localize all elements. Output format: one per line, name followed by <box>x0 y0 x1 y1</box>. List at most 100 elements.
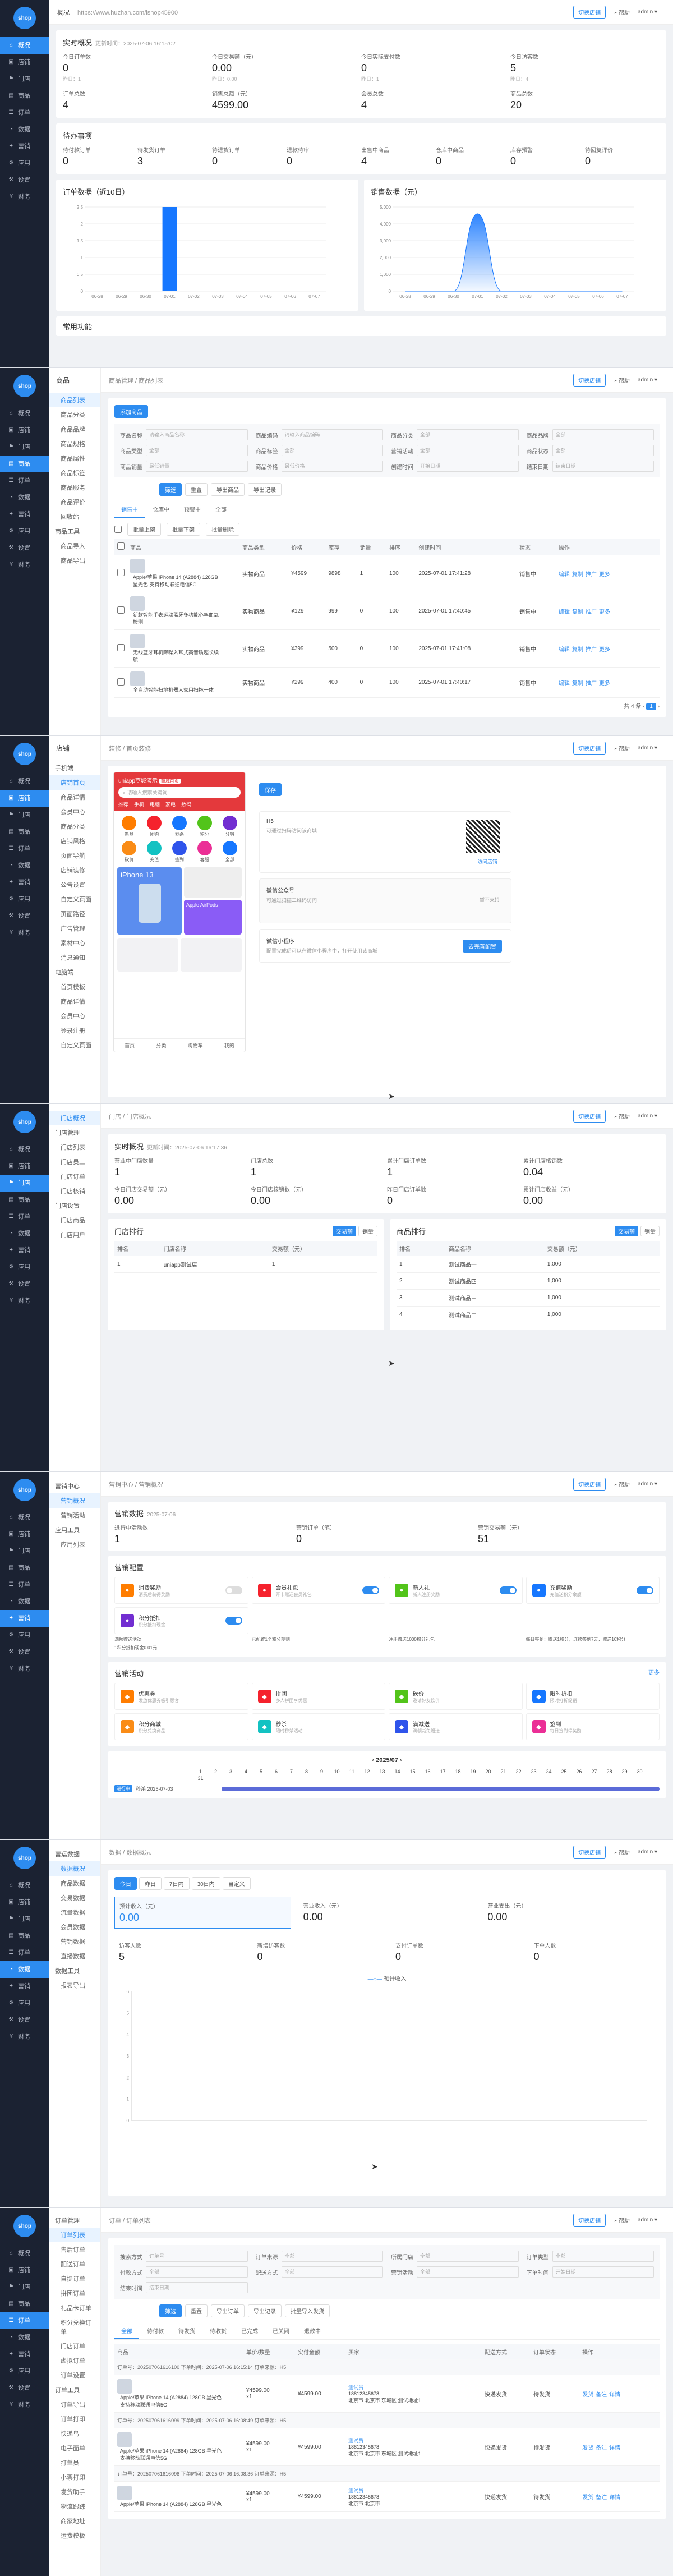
sub-menu-item[interactable]: 营销数据 <box>49 1934 100 1949</box>
marketing-config-item[interactable]: ● 新人礼 新人注册奖励 <box>389 1577 523 1604</box>
action-button[interactable]: 导出记录 <box>248 483 282 496</box>
menu-item[interactable]: ¥ 财务 <box>0 188 49 205</box>
row-checkbox[interactable] <box>117 678 125 686</box>
sub-menu-item[interactable]: 小票打印 <box>49 2470 100 2485</box>
sub-menu-item[interactable]: 店铺装修 <box>49 863 100 877</box>
tab-sales[interactable]: 销量 <box>640 1226 660 1236</box>
user-menu[interactable]: admin ▾ <box>638 9 657 15</box>
marketing-config-item[interactable]: ● 会员礼包 开卡赠送会员礼包 <box>251 1577 385 1604</box>
sub-menu-item[interactable]: 商品分类 <box>49 407 100 422</box>
user-menu[interactable]: admin ▾ <box>638 1481 657 1487</box>
menu-item[interactable]: ⌂ 概况 <box>0 1509 49 1526</box>
sub-menu-item[interactable]: 交易数据 <box>49 1890 100 1905</box>
menu-item[interactable]: ¥ 财务 <box>0 924 49 941</box>
sub-menu-item[interactable]: 商品品牌 <box>49 422 100 436</box>
product-name[interactable]: Apple/苹果 iPhone 14 (A2884) 128GB 星光色 支持移… <box>133 573 223 588</box>
sub-menu-item[interactable]: 订单列表 <box>49 2228 100 2242</box>
calendar-day[interactable]: 23 <box>526 1769 541 1774</box>
menu-item[interactable]: ⚑ 门店 <box>0 71 49 88</box>
visit-store-link[interactable]: 访问店铺 <box>477 858 497 865</box>
menu-item[interactable]: ⚒ 设置 <box>0 1644 49 1660</box>
filter-input[interactable]: 全部 <box>281 2251 383 2262</box>
sub-menu-item[interactable]: 会员中心 <box>49 804 100 819</box>
marketing-config-item[interactable]: ● 消费奖励 消费后获得奖励 <box>114 1577 248 1604</box>
phone-tabbar-item[interactable]: 分类 <box>156 1042 166 1049</box>
phone-nav-icon[interactable]: 全部 <box>219 841 241 863</box>
sub-menu-item[interactable]: 门店订单 <box>49 2339 100 2353</box>
user-menu[interactable]: admin ▾ <box>638 377 657 383</box>
phone-nav-icon[interactable]: 砍价 <box>118 841 140 863</box>
phone-category-tab[interactable]: 手机 <box>134 801 144 808</box>
row-action-link[interactable]: 编辑 <box>559 680 570 687</box>
calendar-day[interactable]: 11 <box>344 1769 359 1774</box>
switch-store-button[interactable]: 切换店铺 <box>573 2214 606 2227</box>
sub-menu-group[interactable]: 电脑端 <box>49 965 100 979</box>
sub-menu-item[interactable]: 门店用户 <box>49 1227 100 1242</box>
todo-item[interactable]: 出售中商品 4 <box>361 145 436 167</box>
menu-item[interactable]: ⚒ 设置 <box>0 1276 49 1292</box>
pagination[interactable]: 共 4 条 ‹ 1 › <box>114 701 660 710</box>
menu-item[interactable]: ✦ 营销 <box>0 1978 49 1995</box>
filter-input[interactable]: 全部 <box>417 2266 519 2278</box>
sub-menu-item[interactable]: 消息通知 <box>49 950 100 965</box>
menu-item[interactable]: ▤ 商品 <box>0 1928 49 1944</box>
sub-menu-item[interactable]: 营销活动 <box>49 1508 100 1522</box>
tab[interactable]: 已完成 <box>234 2323 265 2339</box>
sub-menu-item[interactable]: 门店员工 <box>49 1154 100 1169</box>
calendar-day[interactable]: 16 <box>420 1769 435 1774</box>
menu-item[interactable]: ☰ 订单 <box>0 104 49 121</box>
order-action-link[interactable]: 详情 <box>609 2495 620 2501</box>
menu-item[interactable]: ▣ 店铺 <box>0 422 49 439</box>
action-button[interactable]: 导出记录 <box>248 2304 282 2317</box>
filter-input[interactable]: 全部 <box>552 429 654 440</box>
phone-category-tab[interactable]: 电脑 <box>150 801 160 808</box>
add-product-button[interactable]: 添加商品 <box>114 405 148 418</box>
order-action-link[interactable]: 详情 <box>609 2445 620 2451</box>
filter-input[interactable]: 全部 <box>281 2266 383 2278</box>
sub-menu-item[interactable]: 打单员 <box>49 2455 100 2470</box>
action-button[interactable]: 筛选 <box>159 2304 182 2317</box>
phone-category-tab[interactable]: 数码 <box>181 801 191 808</box>
calendar-day[interactable]: 20 <box>481 1769 496 1774</box>
menu-item[interactable]: ⌂ 概况 <box>0 1877 49 1894</box>
marketing-activity-item[interactable]: ◆ 限时折扣 限时打折促销 <box>526 1683 660 1710</box>
sub-menu-item[interactable]: 页面路径 <box>49 907 100 921</box>
tab[interactable]: 已关闭 <box>266 2323 296 2339</box>
sub-menu-item[interactable]: 商品数据 <box>49 1876 100 1890</box>
menu-item[interactable]: ◔ 数据 <box>0 121 49 138</box>
menu-item[interactable]: ▤ 商品 <box>0 824 49 840</box>
calendar-day[interactable]: 2 <box>208 1769 223 1774</box>
sub-menu-group[interactable]: 门店管理 <box>49 1125 100 1140</box>
sub-menu-item[interactable]: 订单导出 <box>49 2397 100 2412</box>
sub-menu-item[interactable]: 店铺风格 <box>49 834 100 848</box>
calendar-day[interactable]: 18 <box>450 1769 465 1774</box>
menu-item[interactable]: ¥ 财务 <box>0 2396 49 2413</box>
sub-menu-item[interactable]: 商品服务 <box>49 480 100 495</box>
calendar-day[interactable]: 26 <box>571 1769 587 1774</box>
sub-menu-item[interactable]: 售后订单 <box>49 2242 100 2257</box>
sub-menu-item[interactable]: 自定义页面 <box>49 892 100 907</box>
sub-menu-item[interactable]: 会员数据 <box>49 1920 100 1934</box>
toggle-switch[interactable] <box>362 1586 379 1594</box>
sub-menu-item[interactable]: 商品导出 <box>49 553 100 568</box>
batch-button[interactable]: 批量上架 <box>127 523 161 536</box>
sub-menu-item[interactable]: 配送订单 <box>49 2257 100 2271</box>
menu-item[interactable]: ¥ 财务 <box>0 1660 49 1677</box>
toggle-switch[interactable] <box>225 1586 242 1594</box>
menu-item[interactable]: ▣ 店铺 <box>0 54 49 71</box>
sub-menu-item[interactable]: 电子面单 <box>49 2441 100 2455</box>
calendar-day[interactable]: 15 <box>405 1769 420 1774</box>
menu-item[interactable]: ⚒ 设置 <box>0 540 49 556</box>
filter-input[interactable]: 结束日期 <box>146 2282 248 2293</box>
phone-nav-icon[interactable]: 签到 <box>169 841 191 863</box>
menu-item[interactable]: ☰ 订单 <box>0 2312 49 2329</box>
sub-menu-item[interactable]: 公告设置 <box>49 877 100 892</box>
phone-nav-icon[interactable]: 分销 <box>219 816 241 838</box>
product-name[interactable]: Apple/苹果 iPhone 14 (A2884) 128GB 星光色 支持移… <box>120 2394 227 2408</box>
marketing-activity-item[interactable]: ◆ 砍价 邀请好友砍价 <box>389 1683 523 1710</box>
select-all-checkbox[interactable] <box>117 542 125 550</box>
menu-item[interactable]: ▣ 店铺 <box>0 1894 49 1911</box>
calendar-day[interactable]: 9 <box>314 1769 329 1774</box>
row-action-link[interactable]: 推广 <box>586 647 597 653</box>
product-name[interactable]: 全自动智能扫地机器人家用扫拖一体 <box>133 686 223 693</box>
